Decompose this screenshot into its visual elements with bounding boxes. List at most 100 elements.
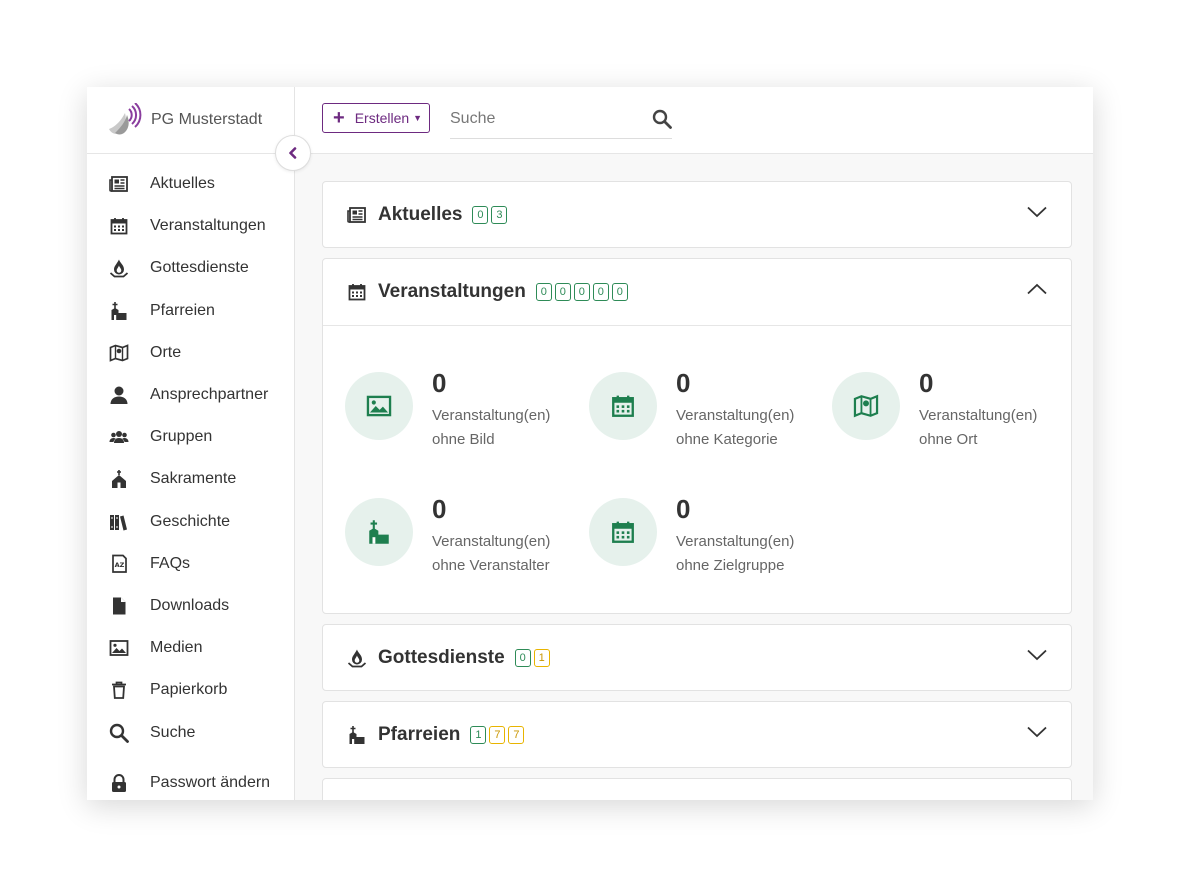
sidebar-divider (87, 153, 294, 154)
topbar: + Erstellen ▼ (295, 87, 1093, 154)
stat-ohne-bild[interactable]: 0 Veranstaltung(en) ohne Bild (345, 368, 585, 452)
sidebar-item-veranstaltungen[interactable]: Veranstaltungen (87, 205, 294, 247)
sidebar-item-label: Orte (150, 343, 182, 361)
image-icon (109, 638, 129, 658)
count-badge: 0 (472, 206, 489, 224)
sidebar-item-label: Veranstaltungen (150, 217, 266, 235)
count-badge: 0 (514, 649, 531, 667)
search-icon[interactable] (652, 109, 672, 134)
stat-label: Veranstaltung(en) ohne Zielgruppe (676, 530, 836, 578)
create-button-label: Erstellen (354, 110, 410, 126)
count-badge: 3 (491, 206, 508, 224)
users-icon (109, 427, 129, 447)
stat-icon-circle (345, 372, 413, 440)
sidebar-item-label: Aktuelles (150, 175, 215, 193)
user-icon (109, 385, 129, 405)
main-content: Aktuelles 0 3 Veranstaltungen 0 0 0 0 0 (295, 154, 1093, 800)
map-pin-icon (853, 393, 879, 419)
stat-ohne-veranstalter[interactable]: 0 Veranstaltung(en) ohne Veranstalter (345, 494, 585, 578)
stat-label-line1: Veranstaltung(en) (676, 533, 795, 550)
sidebar-item-label: Gottesdienste (150, 259, 249, 277)
sidebar-item-orte[interactable]: Orte (87, 332, 294, 374)
chevron-down-icon[interactable] (1027, 649, 1047, 661)
stat-label-line2: ohne Bild (432, 431, 495, 448)
lock-icon (109, 773, 129, 793)
chevron-down-icon[interactable] (1027, 206, 1047, 218)
stat-label: Veranstaltung(en) ohne Ort (919, 404, 1079, 452)
sidebar-item-ansprechpartner[interactable]: Ansprechpartner (87, 374, 294, 416)
books-icon (109, 512, 129, 532)
sidebar-item-sakramente[interactable]: Sakramente (87, 458, 294, 500)
count-badge: 0 (611, 283, 628, 301)
section-gottesdienste: Gottesdienste 0 1 (322, 624, 1072, 691)
sidebar-item-papierkorb[interactable]: Papierkorb (87, 669, 294, 711)
count-badge: 0 (535, 283, 552, 301)
flame-icon (109, 258, 129, 278)
section-aktuelles: Aktuelles 0 3 (322, 181, 1072, 248)
sidebar-item-passwort-aendern[interactable]: Passwort ändern (87, 762, 294, 800)
count-badge: 7 (508, 726, 525, 744)
calendar-icon (610, 393, 636, 419)
section-header-aktuelles[interactable]: Aktuelles 0 3 (323, 182, 1071, 248)
sidebar-item-downloads[interactable]: Downloads (87, 585, 294, 627)
sidebar-item-label: Sakramente (150, 470, 237, 488)
section-title: Aktuelles (378, 204, 463, 225)
sidebar-item-label: Passwort ändern (150, 774, 271, 792)
church-icon (347, 725, 367, 745)
sidebar-item-gruppen[interactable]: Gruppen (87, 416, 294, 458)
section-header-gottesdienste[interactable]: Gottesdienste 0 1 (323, 625, 1071, 691)
section-header-pfarreien[interactable]: Pfarreien 1 7 7 (323, 702, 1071, 768)
stat-value: 0 (432, 494, 447, 524)
create-button[interactable]: + Erstellen ▼ (322, 103, 430, 133)
count-badge: 7 (489, 726, 506, 744)
sidebar-item-aktuelles[interactable]: Aktuelles (87, 163, 294, 205)
chevron-left-icon (289, 147, 297, 159)
brand-logo-icon (109, 103, 142, 135)
stat-icon-circle (589, 372, 657, 440)
chevron-down-icon[interactable] (1027, 726, 1047, 738)
sidebar-item-gottesdienste[interactable]: Gottesdienste (87, 247, 294, 289)
stat-value: 0 (432, 368, 447, 398)
badge-group: 0 3 (472, 206, 510, 224)
section-pfarreien: Pfarreien 1 7 7 (322, 701, 1072, 768)
search-input[interactable] (450, 102, 630, 136)
count-badge: 0 (592, 283, 609, 301)
sidebar-item-faqs[interactable]: FAQs (87, 543, 294, 585)
badge-group: 1 7 7 (470, 726, 527, 744)
sidebar-item-geschichte[interactable]: Geschichte (87, 501, 294, 543)
stat-icon-circle (345, 498, 413, 566)
brand-name: PG Musterstadt (151, 111, 263, 128)
stat-value: 0 (676, 368, 691, 398)
stat-ohne-ort[interactable]: 0 Veranstaltung(en) ohne Ort (832, 368, 1072, 452)
brand-logo[interactable]: PG Musterstadt (107, 103, 262, 137)
caret-down-icon: ▼ (413, 113, 423, 123)
sidebar-item-label: Geschichte (150, 512, 231, 530)
sidebar-collapse-button[interactable] (275, 135, 311, 171)
file-icon (109, 596, 129, 616)
stat-ohne-kategorie[interactable]: 0 Veranstaltung(en) ohne Kategorie (589, 368, 829, 452)
badge-group: 0 1 (514, 649, 553, 667)
section-title: Veranstaltungen (378, 281, 526, 302)
sidebar-item-label: Medien (150, 639, 203, 657)
count-badge: 1 (470, 726, 487, 744)
calendar-icon (347, 282, 367, 302)
section-header-veranstaltungen[interactable]: Veranstaltungen 0 0 0 0 0 (323, 259, 1071, 325)
sidebar-item-medien[interactable]: Medien (87, 627, 294, 669)
badge-group: 0 0 0 0 0 (535, 283, 631, 301)
stat-value: 0 (919, 368, 934, 398)
newspaper-icon (347, 205, 367, 225)
section-title: Pfarreien (378, 724, 461, 745)
sidebar-item-label: Pfarreien (150, 301, 215, 319)
sidebar-item-label: Gruppen (150, 428, 213, 446)
sidebar-item-suche[interactable]: Suche (87, 711, 294, 753)
stat-value: 0 (676, 494, 691, 524)
newspaper-icon (109, 174, 129, 194)
calendar-icon (610, 519, 636, 545)
search-box (450, 102, 672, 139)
chevron-up-icon[interactable] (1027, 283, 1047, 295)
stat-label: Veranstaltung(en) ohne Kategorie (676, 404, 836, 452)
sidebar-item-pfarreien[interactable]: Pfarreien (87, 290, 294, 332)
count-badge: 1 (533, 649, 550, 667)
sidebar-item-label: Downloads (150, 596, 230, 614)
stat-ohne-zielgruppe[interactable]: 0 Veranstaltung(en) ohne Zielgruppe (589, 494, 829, 578)
